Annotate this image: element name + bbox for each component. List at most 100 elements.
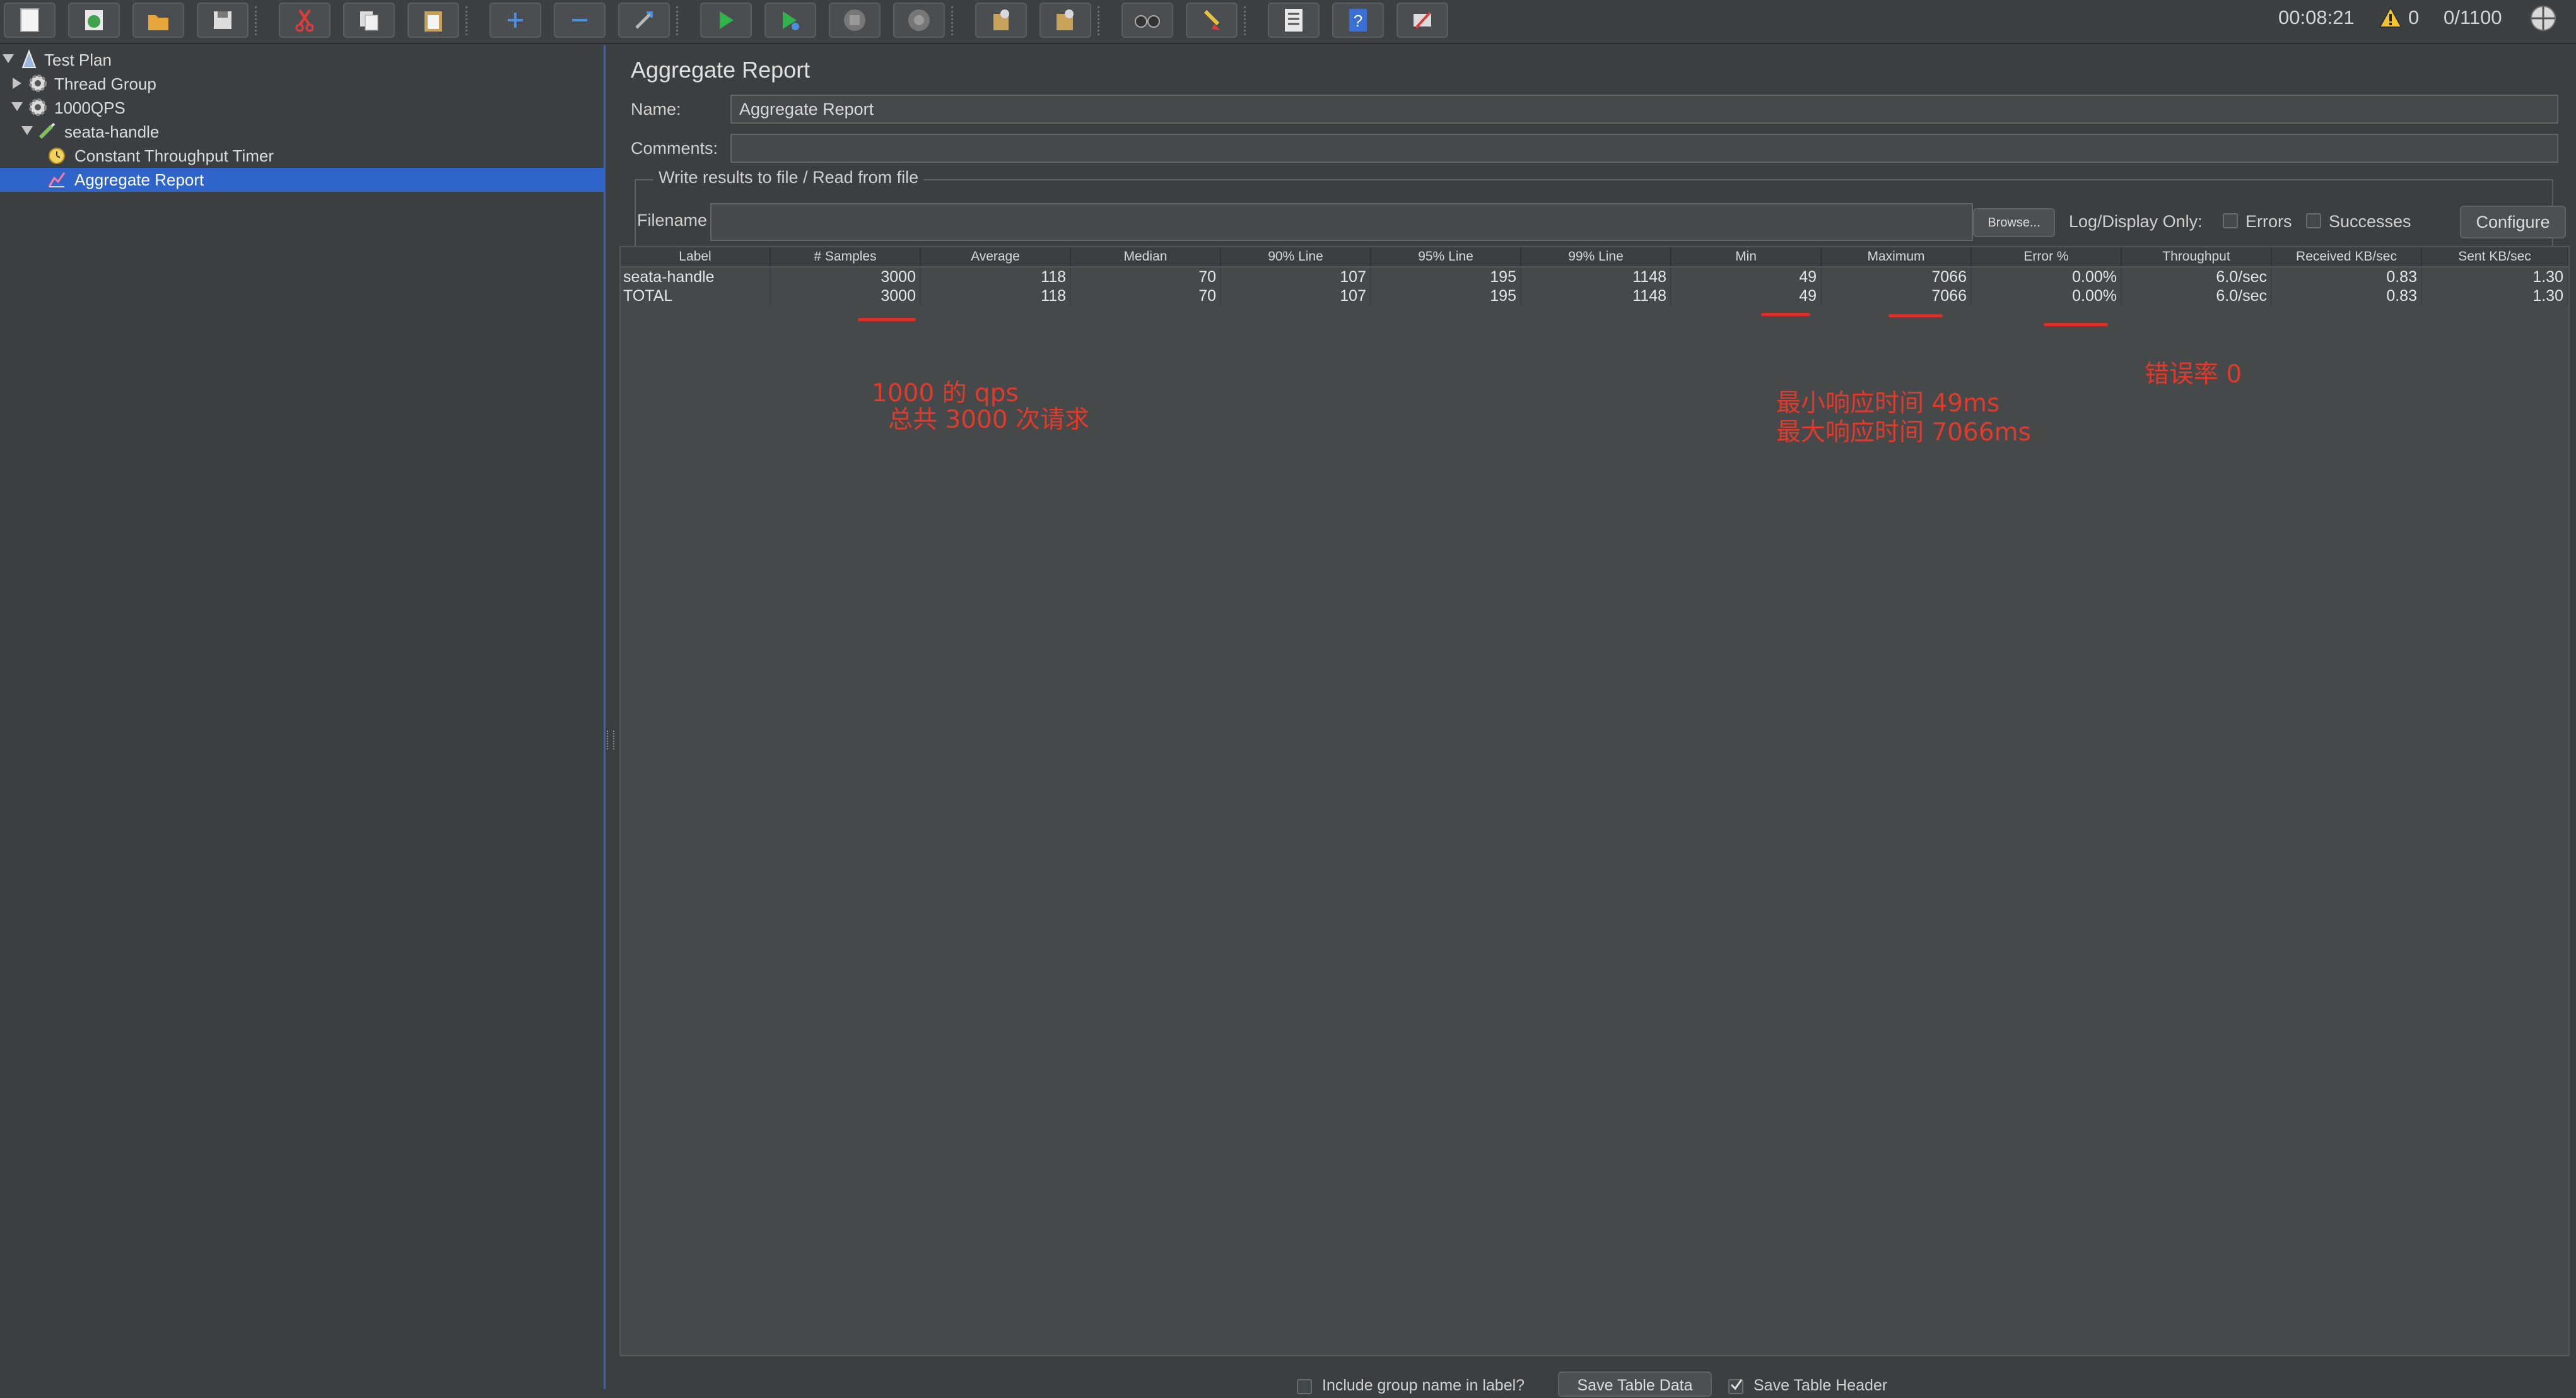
table-cell: 1.30 xyxy=(2422,267,2568,286)
gear-icon xyxy=(29,98,47,116)
expand-arrow-icon[interactable] xyxy=(11,102,23,111)
annotation-underline xyxy=(1761,313,1810,316)
save-button[interactable] xyxy=(197,3,249,38)
report-icon xyxy=(48,172,66,187)
table-cell: 70 xyxy=(1071,286,1221,305)
errors-checkbox[interactable] xyxy=(2223,213,2238,228)
annotation-total-requests: 总共 3000 次请求 xyxy=(888,406,1090,434)
table-cell: 195 xyxy=(1371,286,1521,305)
tree-item-thread-group[interactable]: Thread Group xyxy=(0,72,604,96)
column-header-min[interactable]: Min xyxy=(1671,247,1822,266)
clear-all-button[interactable] xyxy=(1039,3,1091,38)
table-cell: 1.30 xyxy=(2422,286,2568,305)
include-group-checkbox[interactable] xyxy=(1297,1379,1312,1394)
globe-icon[interactable] xyxy=(2528,3,2558,33)
tree-item-1000qps[interactable]: 1000QPS xyxy=(0,96,604,120)
save-table-header-label: Save Table Header xyxy=(1753,1377,1888,1394)
new-button[interactable] xyxy=(4,3,56,38)
start-no-pause-button[interactable] xyxy=(764,3,816,38)
filename-label: Filename xyxy=(637,211,708,230)
table-cell: 107 xyxy=(1221,267,1371,286)
tree-item-label: Aggregate Report xyxy=(74,170,204,189)
shutdown-button[interactable] xyxy=(893,3,945,38)
save-icon xyxy=(214,11,231,29)
column-header-95-line[interactable]: 95% Line xyxy=(1371,247,1521,266)
gear-icon xyxy=(29,74,47,92)
tree-item-constant-throughput-timer[interactable]: Constant Throughput Timer xyxy=(0,144,604,168)
table-cell: 3000 xyxy=(771,267,921,286)
broom-icon xyxy=(1203,9,1221,30)
filename-input[interactable] xyxy=(710,203,1973,241)
column-header-received[interactable]: Received KB/sec xyxy=(2272,247,2422,266)
column-header-error[interactable]: Error % xyxy=(1972,247,2122,266)
column-header-median[interactable]: Median xyxy=(1071,247,1221,266)
expand-arrow-icon[interactable] xyxy=(3,54,14,63)
name-input[interactable] xyxy=(730,95,2558,124)
column-header-90-line[interactable]: 90% Line xyxy=(1221,247,1371,266)
open-icon xyxy=(148,15,168,30)
clear-all-icon xyxy=(1057,9,1074,30)
expand-arrow-icon[interactable] xyxy=(21,126,33,135)
include-group-label: Include group name in label? xyxy=(1322,1377,1525,1394)
start-button[interactable] xyxy=(700,3,752,38)
collapse-arrow-icon[interactable] xyxy=(13,78,21,89)
annotation-underline xyxy=(1888,314,1943,317)
table-row[interactable]: TOTAL 3000 118 70 107 195 1148 49 7066 0… xyxy=(621,286,2568,305)
shutdown-icon xyxy=(908,9,930,31)
table-cell: 7066 xyxy=(1822,267,1972,286)
toggle-button[interactable] xyxy=(618,3,670,38)
toggle-icon xyxy=(635,11,653,29)
stop-button[interactable] xyxy=(829,3,881,38)
expand-button[interactable] xyxy=(489,3,541,38)
table-cell: 118 xyxy=(921,286,1071,305)
templates-button[interactable] xyxy=(68,3,120,38)
column-header-label[interactable]: Label xyxy=(621,247,771,266)
table-cell: 195 xyxy=(1371,267,1521,286)
reset-search-button[interactable] xyxy=(1186,3,1238,38)
stop-icon xyxy=(844,9,865,31)
remote-button[interactable] xyxy=(1396,3,1448,38)
tree-item-seata-handle[interactable]: seata-handle xyxy=(0,120,604,144)
function-helper-button[interactable] xyxy=(1268,3,1320,38)
column-header-99-line[interactable]: 99% Line xyxy=(1521,247,1671,266)
help-icon: ? xyxy=(1349,9,1367,32)
group-title: Write results to file / Read from file xyxy=(653,168,924,187)
annotation-error-rate: 错误率 0 xyxy=(2145,360,2242,389)
clear-icon xyxy=(993,9,1009,30)
binoculars-icon xyxy=(1135,15,1160,28)
templates-icon xyxy=(85,10,103,30)
column-header-samples[interactable]: # Samples xyxy=(771,247,921,266)
active-thread-count: 0/1100 xyxy=(2444,6,2502,28)
toolbar: ? 00:08:21 0 0/1100 xyxy=(0,0,2576,44)
column-header-sent[interactable]: Sent KB/sec xyxy=(2422,247,2568,266)
bottom-bar: Include group name in label? Save Table … xyxy=(613,1359,2576,1397)
collapse-button[interactable] xyxy=(554,3,606,38)
help-button[interactable]: ? xyxy=(1332,3,1384,38)
tree-item-aggregate-report[interactable]: Aggregate Report xyxy=(0,168,604,192)
cut-button[interactable] xyxy=(279,3,331,38)
configure-button[interactable]: Configure xyxy=(2460,206,2566,238)
clear-button[interactable] xyxy=(975,3,1027,38)
column-header-average[interactable]: Average xyxy=(921,247,1071,266)
save-table-header-checkbox[interactable] xyxy=(1728,1379,1743,1394)
table-cell: 0.00% xyxy=(1972,267,2122,286)
test-plan-tree: Test Plan Thread Group 1000QPS seata-han… xyxy=(0,45,606,1389)
tree-item-label: Constant Throughput Timer xyxy=(74,146,274,165)
table-row[interactable]: seata-handle 3000 118 70 107 195 1148 49… xyxy=(621,267,2568,286)
new-icon xyxy=(20,8,39,32)
warning-icon[interactable] xyxy=(2378,5,2403,30)
browse-button[interactable]: Browse... xyxy=(1973,208,2055,237)
minus-icon xyxy=(572,19,587,21)
remote-icon xyxy=(1414,11,1431,29)
open-button[interactable] xyxy=(132,3,184,38)
annotation-max-response: 最大响应时间 7066ms xyxy=(1776,418,2031,447)
paste-button[interactable] xyxy=(407,3,459,38)
copy-button[interactable] xyxy=(343,3,395,38)
tree-item-test-plan[interactable]: Test Plan xyxy=(0,48,604,72)
column-header-maximum[interactable]: Maximum xyxy=(1822,247,1972,266)
save-table-data-button[interactable]: Save Table Data xyxy=(1558,1372,1712,1397)
comments-input[interactable] xyxy=(730,134,2558,163)
column-header-throughput[interactable]: Throughput xyxy=(2122,247,2272,266)
successes-checkbox[interactable] xyxy=(2306,213,2321,228)
search-button[interactable] xyxy=(1121,3,1173,38)
